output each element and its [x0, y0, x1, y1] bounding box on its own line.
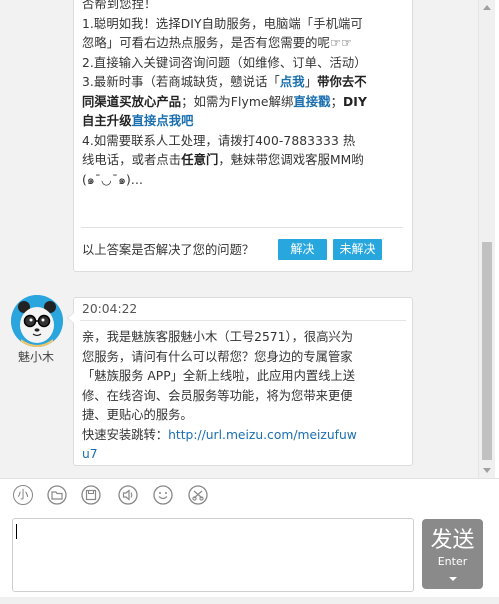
- divider: [81, 227, 403, 228]
- faq-line: 忽略」可看右边热点服务，是否有您需要的呢☞☞: [82, 36, 353, 50]
- diy-upgrade-link[interactable]: 直接点我吧: [132, 114, 194, 128]
- scissors-icon[interactable]: [188, 485, 208, 505]
- send-options-arrow-icon[interactable]: [449, 577, 457, 581]
- folder-icon[interactable]: [47, 485, 67, 505]
- anywhere-door-link[interactable]: 任意门: [181, 153, 218, 167]
- timestamp-divider: [80, 320, 406, 321]
- chat-scrollbar[interactable]: [478, 0, 495, 478]
- faq-line: 4.如需要联系人工处理，请拨打400-7883333 热: [82, 133, 356, 148]
- faq-line: 1.聪明如我！选择DIY自助服务，电脑端「手机端可: [82, 16, 363, 31]
- faq-line: 3.最新时事（若商城缺货，戆说话「点我」带你去不: [82, 75, 367, 89]
- window-bottom-edge: [0, 597, 499, 604]
- app-install-link-cont[interactable]: u7: [82, 447, 98, 461]
- scroll-down-arrow-icon[interactable]: [479, 464, 495, 478]
- chat-history: 否帮到您捏！ 1.聪明如我！选择DIY自助服务，电脑端「手机端可 忽略」可看右边…: [0, 0, 478, 478]
- save-icon[interactable]: [81, 485, 101, 505]
- message-line: u7: [82, 445, 410, 465]
- agent-name: 魅小木: [18, 350, 55, 364]
- faq-line: 自主升级直接点我吧: [82, 114, 194, 128]
- faq-message-text: 否帮到您捏！ 1.聪明如我！选择DIY自助服务，电脑端「手机端可 忽略」可看右边…: [82, 0, 408, 190]
- panda-avatar-icon: [11, 295, 63, 347]
- message-line: 您服务，请问有什么可以帮您？您身边的专属管家: [82, 349, 353, 364]
- agent-message-text: 亲，我是魅族客服魅小木（工号2571），很高兴为 您服务，请问有什么可以帮您？您…: [82, 328, 410, 465]
- scroll-thumb[interactable]: [482, 242, 492, 460]
- solved-button[interactable]: 解决: [278, 239, 327, 260]
- agent-message-bubble: 20:04:22 亲，我是魅族客服魅小木（工号2571），很高兴为 您服务，请问…: [67, 297, 413, 466]
- app-install-link[interactable]: http://url.meizu.com/meizufuw: [168, 428, 357, 442]
- input-toolbar: 小: [0, 478, 499, 512]
- unbind-link[interactable]: 直接戳: [293, 95, 330, 109]
- message-line: 修、在线咨询、会员服务等功能，将为您带来更便: [82, 388, 353, 403]
- volume-icon[interactable]: [118, 485, 138, 505]
- message-line: 亲，我是魅族客服魅小木（工号2571），很高兴为: [82, 330, 354, 344]
- message-line: 「魅族服务 APP」全新上线啦，此应用内置线上送: [82, 369, 356, 383]
- faq-line: 同渠道买放心产品；如需为Flyme解绑直接戳；DIY: [82, 94, 367, 109]
- faq-line: 2.直接输入关键词咨询问题（如维修、订单、活动）: [82, 55, 367, 70]
- faq-line: 线电话，或者点击任意门，魅妹带您调戏客服MM哟: [82, 153, 364, 167]
- message-timestamp: 20:04:22: [82, 302, 138, 316]
- faq-line: (๑¯◡¯๑)...: [82, 172, 143, 187]
- click-me-link[interactable]: 点我: [280, 75, 305, 89]
- scroll-up-arrow-icon[interactable]: [479, 0, 495, 14]
- unsolved-button[interactable]: 未解决: [333, 239, 382, 260]
- agent-avatar[interactable]: [11, 295, 63, 347]
- send-shortcut-label: Enter: [437, 555, 468, 568]
- send-button[interactable]: 发送 Enter: [422, 519, 483, 589]
- resolved-question: 以上答案是否解决了您的问题？: [82, 243, 255, 257]
- text-caret: [16, 524, 17, 539]
- faq-message-bubble: 否帮到您捏！ 1.聪明如我！选择DIY自助服务，电脑端「手机端可 忽略」可看右边…: [73, 0, 413, 272]
- message-line: 快速安装跳转：http://url.meizu.com/meizufuw: [82, 427, 357, 442]
- message-line: 捷、更贴心的服务。: [82, 408, 193, 422]
- send-button-label: 发送: [430, 528, 475, 553]
- smiley-icon[interactable]: [153, 485, 173, 505]
- faq-line: 否帮到您捏！: [82, 0, 157, 11]
- emoji-icon[interactable]: 小: [13, 485, 33, 505]
- message-input[interactable]: [12, 518, 414, 592]
